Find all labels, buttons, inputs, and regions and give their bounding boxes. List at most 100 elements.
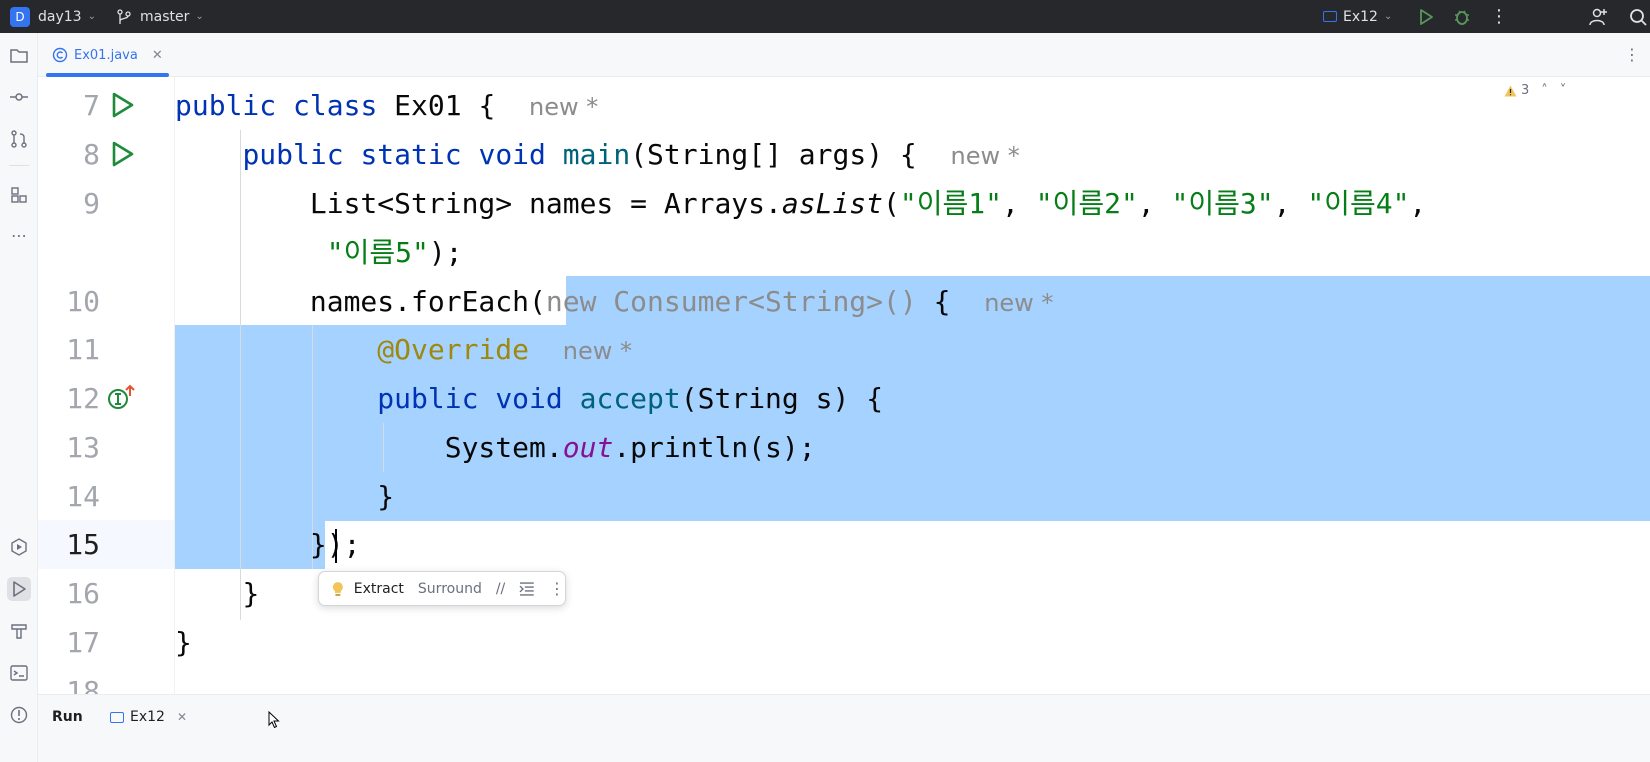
problems-tool-button[interactable] (7, 703, 31, 727)
project-badge: D (10, 6, 30, 27)
extract-button[interactable]: Extract (354, 581, 404, 597)
warning-icon (1504, 85, 1517, 96)
pull-request-icon (11, 130, 27, 148)
chevron-down-icon: ⌄ (1383, 11, 1393, 22)
code-text: (String s) { (680, 382, 884, 415)
run-button[interactable] (1416, 0, 1436, 33)
branch-icon (117, 8, 131, 24)
lightbulb-icon[interactable] (331, 581, 345, 597)
pull-requests-tool-button[interactable] (7, 127, 31, 151)
string-literal: "이름5" (326, 236, 429, 269)
line-number: 17 (66, 626, 100, 659)
commit-tool-button[interactable] (7, 85, 31, 109)
string-literal: "이름1" (899, 187, 1002, 220)
usage-hint[interactable]: new * (951, 142, 1020, 170)
java-class-icon (52, 47, 68, 63)
usage-hint[interactable]: new * (529, 93, 598, 121)
keyword: public (175, 89, 277, 122)
run-config-selector[interactable]: Ex12 ⌄ (1323, 0, 1392, 33)
comma: , (1273, 187, 1308, 220)
line-number: 14 (66, 480, 100, 513)
tab-ex01-java[interactable]: Ex01.java ✕ (46, 33, 169, 77)
reformat-icon[interactable] (519, 581, 535, 596)
code-line-15: }); (175, 520, 361, 569)
surround-button[interactable]: Surround (418, 581, 482, 597)
debug-icon (1455, 9, 1469, 25)
class-name: Ex01 (394, 89, 462, 122)
more-icon[interactable]: ⋮ (549, 579, 565, 598)
search-icon (1630, 8, 1647, 26)
comment-button[interactable]: // (496, 581, 505, 597)
method-name: main (562, 138, 631, 171)
tab-label: Ex01.java (74, 47, 138, 63)
commit-icon (10, 93, 28, 101)
project-selector[interactable]: D day13 ⌄ (10, 0, 96, 33)
code-text: } (377, 480, 395, 513)
branch-selector[interactable]: master ⌄ (116, 0, 204, 33)
warning-count: 3 (1521, 83, 1530, 98)
build-icon (11, 624, 27, 639)
line-number: 7 (83, 89, 100, 122)
window-icon (110, 711, 124, 723)
branch-name: master (140, 8, 190, 25)
comma: , (1001, 187, 1036, 220)
code-text: List<String> names = Arrays. (309, 187, 782, 220)
run-main-icon[interactable] (108, 140, 136, 168)
usage-hint[interactable]: new * (984, 289, 1053, 317)
code-line-17: } (175, 618, 192, 667)
search-button[interactable] (1628, 0, 1648, 33)
more-icon: ⋮ (1490, 6, 1508, 27)
more-actions-button[interactable]: ⋮ (1490, 0, 1508, 33)
keyword: void (478, 138, 546, 171)
more-tool-windows-button[interactable]: ⋯ (7, 223, 31, 247)
code-line-10: names.forEach(new Consumer<String>() { n… (175, 277, 1054, 326)
line-number: 12 (66, 382, 100, 415)
structure-tool-button[interactable] (7, 183, 31, 207)
services-icon (11, 538, 27, 556)
terminal-tool-button[interactable] (7, 661, 31, 685)
line-number: 18 (66, 675, 100, 694)
static-field: out (562, 431, 614, 464)
line-number: 9 (83, 187, 100, 220)
editor-tab-bar: Ex01.java ✕ ⋮ (38, 33, 1650, 77)
keyword: void (495, 382, 563, 415)
run-tool-button[interactable] (7, 577, 31, 601)
project-name: day13 (38, 8, 82, 25)
inspection-widget[interactable]: 3 ˄ ˅ (1504, 83, 1566, 98)
run-config-tab-label: Ex12 (130, 709, 165, 725)
line-number-gutter: 7 8 9 10 11 12 13 14 15 16 17 18 (38, 77, 174, 694)
code-line-12: public void accept(String s) { (175, 374, 883, 423)
close-icon[interactable]: ✕ (177, 710, 187, 724)
chevron-up-icon[interactable]: ˄ (1541, 83, 1548, 98)
line-number: 13 (66, 431, 100, 464)
chevron-down-icon: ⌄ (87, 11, 96, 22)
run-config-tab[interactable]: Ex12 ✕ (110, 709, 187, 725)
line-number: 11 (66, 333, 100, 366)
terminal-icon (10, 665, 28, 681)
title-bar: D day13 ⌄ master ⌄ Ex12 ⌄ ⋮ (0, 0, 1650, 33)
implements-method-icon[interactable] (108, 384, 136, 412)
chevron-down-icon[interactable]: ˅ (1560, 83, 1567, 98)
bottom-tool-window: Run Ex12 ✕ (38, 694, 1650, 762)
debug-button[interactable] (1452, 0, 1472, 33)
close-icon[interactable]: ✕ (152, 48, 163, 63)
add-user-button[interactable] (1588, 0, 1608, 33)
keyword: public (377, 382, 479, 415)
chevron-down-icon: ⌄ (195, 11, 204, 22)
services-tool-button[interactable] (7, 535, 31, 559)
code-line-9-wrapped: "이름5"); (175, 228, 463, 277)
project-tool-button[interactable] (7, 43, 31, 67)
paren: ( (883, 187, 900, 220)
structure-icon (11, 187, 27, 203)
code-editor[interactable]: 7 8 9 10 11 12 13 14 15 16 17 18 public … (38, 77, 1650, 694)
line-number-current: 15 (66, 528, 100, 561)
code-line-7: public class Ex01 { new * (175, 81, 598, 130)
run-class-icon[interactable] (108, 91, 136, 119)
more-icon[interactable]: ⋮ (1624, 45, 1640, 64)
build-tool-button[interactable] (7, 619, 31, 643)
line-number: 10 (66, 285, 100, 318)
comma: , (1137, 187, 1172, 220)
brace: { (478, 89, 496, 122)
run-tool-window-title[interactable]: Run (52, 709, 83, 725)
usage-hint[interactable]: new * (563, 337, 632, 365)
